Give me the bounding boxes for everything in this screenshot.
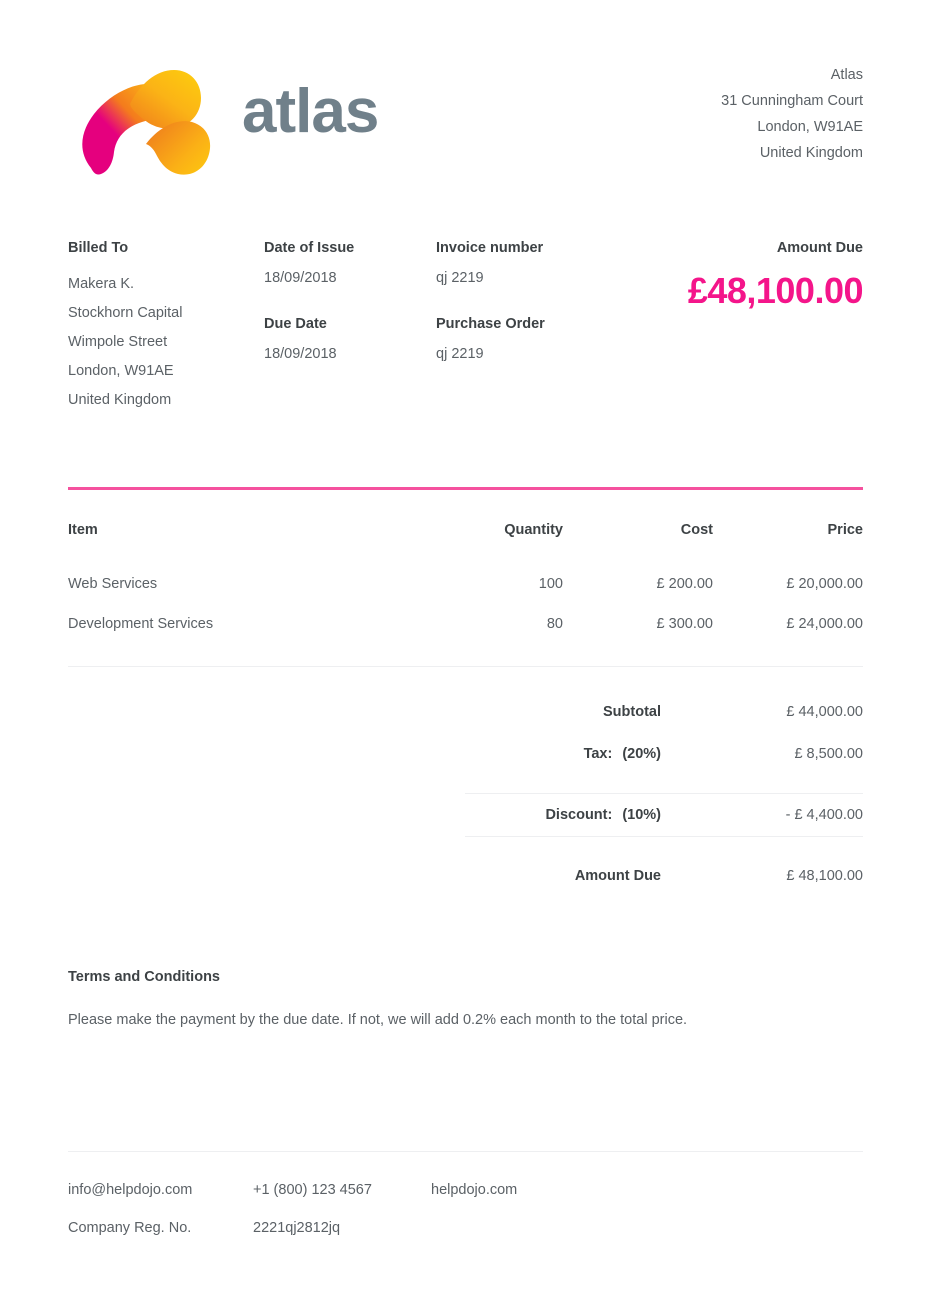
row-quantity: 80: [546, 616, 563, 632]
tax-label-group: Tax: (20%): [465, 746, 733, 762]
billed-to-company: Stockhorn Capital: [68, 305, 183, 321]
footer-email[interactable]: info@helpdojo.com: [68, 1182, 253, 1198]
subtotal-value: £ 44,000.00: [786, 704, 863, 720]
footer-registration-row: Company Reg. No. 2221qj2812jq: [68, 1220, 863, 1236]
purchase-order-label: Purchase Order: [436, 316, 545, 332]
header-price: Price: [827, 522, 863, 538]
due-date-label: Due Date: [264, 316, 327, 332]
amount-due-total-value: £ 48,100.00: [786, 868, 863, 884]
discount-label: Discount:: [545, 807, 613, 823]
row-price: £ 24,000.00: [786, 616, 863, 632]
company-country: United Kingdom: [759, 145, 863, 161]
invoice-meta: Billed To Makera K. Stockhorn Capital Wi…: [68, 240, 864, 415]
row-item: Web Services: [68, 576, 158, 592]
billed-to-block: Billed To Makera K. Stockhorn Capital Wi…: [68, 240, 264, 415]
table-row: Development Services 80 £ 300.00 £ 24,00…: [68, 604, 863, 644]
line-items-table: Item Quantity Cost Price Web Services 10…: [68, 508, 863, 644]
header-cost: Cost: [680, 522, 713, 538]
company-city: London, W91AE: [757, 119, 863, 135]
terms-body: Please make the payment by the due date.…: [68, 1012, 688, 1028]
footer-reg-value: 2221qj2812jq: [253, 1220, 341, 1236]
totals-block: Subtotal £ 44,000.00 Tax: (20%) £ 8,500.0…: [465, 673, 863, 897]
tax-percent: (20%): [622, 746, 661, 762]
dates-block: Date of Issue 18/09/2018 Due Date 18/09/…: [264, 240, 436, 415]
invoice-header: atlas Atlas 31 Cunningham Court London, …: [68, 0, 863, 180]
discount-value: - £ 4,400.00: [785, 807, 863, 823]
invoice-page: atlas Atlas 31 Cunningham Court London, …: [0, 0, 931, 1313]
terms-section: Terms and Conditions Please make the pay…: [68, 969, 863, 1031]
totals-spacer: [465, 673, 863, 691]
header-quantity: Quantity: [504, 522, 563, 538]
billed-to-city: London, W91AE: [68, 363, 174, 379]
table-bottom-divider: [68, 666, 863, 667]
totals-spacer: [465, 837, 863, 855]
tax-row: Tax: (20%) £ 8,500.00: [465, 733, 863, 775]
row-quantity: 100: [538, 576, 563, 592]
billed-to-label: Billed To: [68, 240, 129, 256]
tax-value: £ 8,500.00: [794, 746, 863, 762]
row-cost: £ 200.00: [656, 576, 713, 592]
tax-label: Tax:: [583, 746, 613, 762]
subtotal-row: Subtotal £ 44,000.00: [465, 691, 863, 733]
amount-due-label: Amount Due: [776, 240, 863, 256]
footer-website[interactable]: helpdojo.com: [431, 1182, 631, 1198]
date-of-issue-value: 18/09/2018: [264, 270, 337, 286]
totals-spacer: [465, 775, 863, 793]
invoice-number-label: Invoice number: [436, 240, 544, 256]
billed-to-name: Makera K.: [68, 276, 135, 292]
discount-percent: (10%): [622, 807, 661, 823]
amount-due-block: Amount Due £48,100.00: [626, 240, 864, 415]
brand-wordmark: atlas: [242, 77, 379, 146]
invoice-footer: info@helpdojo.com +1 (800) 123 4567 help…: [68, 1152, 863, 1236]
billed-to-country: United Kingdom: [68, 392, 172, 408]
terms-title: Terms and Conditions: [68, 969, 220, 985]
table-header-row: Item Quantity Cost Price: [68, 508, 863, 564]
footer-contact-row: info@helpdojo.com +1 (800) 123 4567 help…: [68, 1182, 863, 1198]
amount-due-total-row: Amount Due £ 48,100.00: [465, 855, 863, 897]
row-cost: £ 300.00: [656, 616, 713, 632]
footer-phone[interactable]: +1 (800) 123 4567: [253, 1182, 431, 1198]
header-item: Item: [68, 522, 98, 538]
discount-label-group: Discount: (10%): [465, 807, 733, 823]
purchase-order-value: qj 2219: [436, 346, 484, 362]
date-of-issue-label: Date of Issue: [264, 240, 355, 256]
billed-to-street: Wimpole Street: [68, 334, 168, 350]
company-address: Atlas 31 Cunningham Court London, W91AE …: [721, 40, 863, 166]
invoice-number-block: Invoice number qj 2219 Purchase Order qj…: [436, 240, 626, 415]
amount-due-total-label: Amount Due: [574, 868, 661, 884]
accent-divider: [68, 487, 863, 490]
row-price: £ 20,000.00: [786, 576, 863, 592]
company-street: 31 Cunningham Court: [721, 93, 863, 109]
subtotal-label: Subtotal: [603, 704, 661, 720]
brand-lockup: atlas: [68, 40, 379, 180]
due-date-value: 18/09/2018: [264, 346, 337, 362]
invoice-number-value: qj 2219: [436, 270, 484, 286]
company-name: Atlas: [830, 67, 863, 83]
footer-reg-label: Company Reg. No.: [68, 1220, 192, 1236]
table-row: Web Services 100 £ 200.00 £ 20,000.00: [68, 564, 863, 604]
amount-due-value: £48,100.00: [687, 270, 864, 311]
discount-row: Discount: (10%) - £ 4,400.00: [465, 793, 863, 837]
atlas-swirl-logo-icon: [82, 70, 211, 175]
row-item: Development Services: [68, 616, 214, 632]
